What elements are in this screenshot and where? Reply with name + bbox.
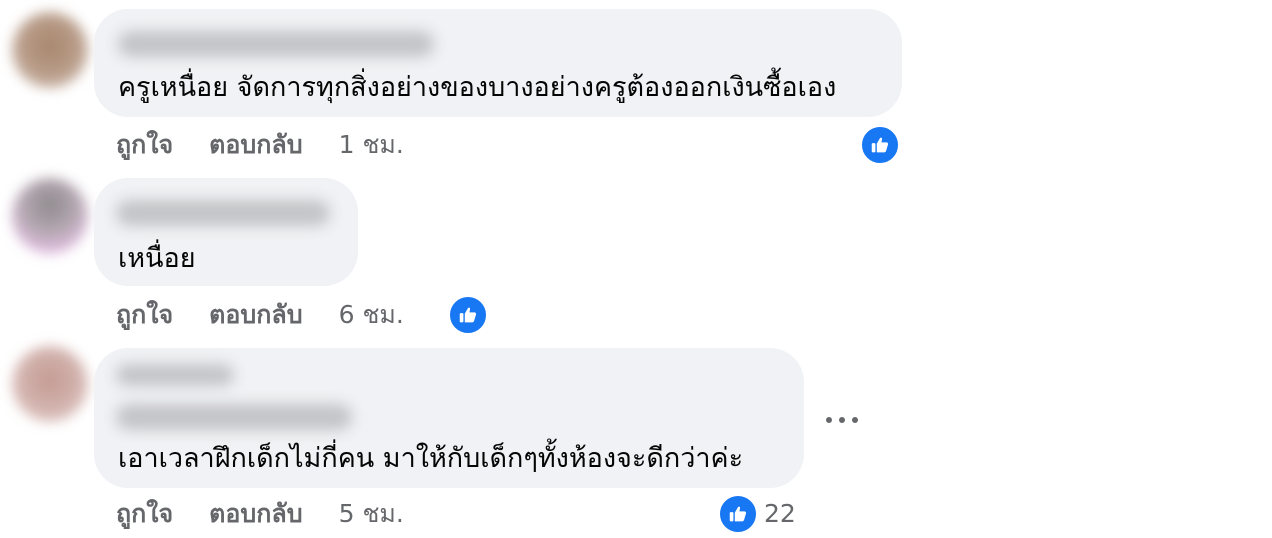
comment-actions: ถูกใจ ตอบกลับ 1 ชม. — [116, 129, 404, 161]
more-dot — [852, 417, 858, 423]
comment-actions: ถูกใจ ตอบกลับ 6 ชม. — [116, 299, 404, 331]
thumbs-up-icon — [729, 506, 747, 522]
thumbs-up-icon — [871, 137, 889, 153]
commenter-name-blurred[interactable] — [118, 31, 434, 57]
like-reaction-icon[interactable] — [860, 125, 900, 165]
reply-link[interactable]: ตอบกลับ — [209, 295, 302, 335]
like-reaction-icon[interactable] — [718, 494, 758, 534]
like-link[interactable]: ถูกใจ — [116, 295, 173, 335]
like-reaction-icon[interactable] — [448, 295, 488, 335]
reaction-count[interactable]: 22 — [764, 498, 796, 530]
avatar[interactable] — [12, 346, 88, 422]
comment-text: เอาเวลาฝึกเด็กไม่กี่คน มาให้กับเด็กๆทั้ง… — [118, 443, 744, 474]
timestamp[interactable]: 6 ชม. — [339, 295, 404, 335]
more-dot — [826, 417, 832, 423]
thumbs-up-icon — [459, 307, 477, 323]
timestamp[interactable]: 1 ชม. — [339, 125, 404, 165]
comment-thread: ครูเหนื่อย จัดการทุกสิ่งอย่างของบางอย่าง… — [0, 0, 1272, 538]
avatar[interactable] — [12, 178, 88, 254]
more-options-icon[interactable] — [826, 408, 858, 432]
timestamp[interactable]: 5 ชม. — [339, 494, 404, 534]
comment-bubble: ครูเหนื่อย จัดการทุกสิ่งอย่างของบางอย่าง… — [94, 9, 902, 117]
comment-bubble: เอาเวลาฝึกเด็กไม่กี่คน มาให้กับเด็กๆทั้ง… — [94, 348, 804, 488]
like-link[interactable]: ถูกใจ — [116, 125, 173, 165]
avatar[interactable] — [12, 12, 88, 88]
more-dot — [839, 417, 845, 423]
commenter-name-blurred[interactable] — [116, 364, 234, 386]
reply-link[interactable]: ตอบกลับ — [209, 125, 302, 165]
like-link[interactable]: ถูกใจ — [116, 494, 173, 534]
commenter-name-blurred[interactable] — [116, 404, 352, 430]
reply-link[interactable]: ตอบกลับ — [209, 494, 302, 534]
comment-bubble: เหนื่อย — [94, 178, 358, 286]
comment-actions: ถูกใจ ตอบกลับ 5 ชม. — [116, 498, 404, 530]
commenter-name-blurred[interactable] — [116, 200, 330, 226]
comment-text: เหนื่อย — [118, 243, 196, 274]
comment-text: ครูเหนื่อย จัดการทุกสิ่งอย่างของบางอย่าง… — [118, 72, 837, 103]
